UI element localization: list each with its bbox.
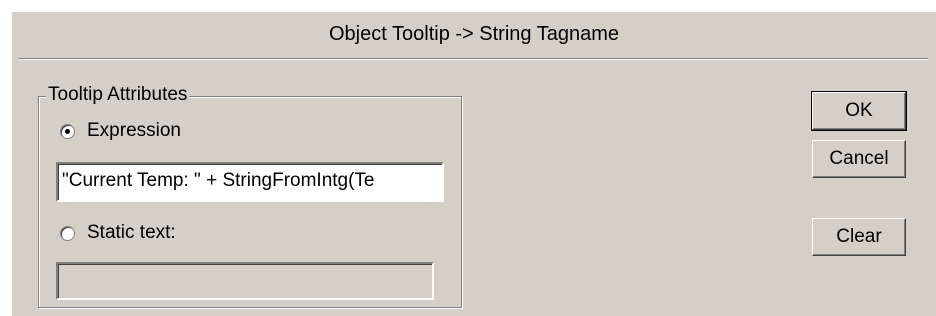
static-text-label: Static text: bbox=[87, 222, 176, 243]
radio-selected-dot bbox=[65, 128, 70, 134]
dialog-title: Object Tooltip -> String Tagname bbox=[329, 22, 619, 45]
expression-input[interactable]: "Current Temp: " + StringFromIntg(Te bbox=[56, 162, 444, 202]
title-separator bbox=[18, 58, 928, 60]
clear-button[interactable]: Clear bbox=[812, 218, 906, 256]
cancel-button[interactable]: Cancel bbox=[812, 140, 906, 178]
static-text-input[interactable] bbox=[56, 262, 434, 300]
ok-button[interactable]: OK bbox=[811, 91, 907, 131]
tooltip-dialog: Object Tooltip -> String Tagname Tooltip… bbox=[10, 10, 936, 316]
expression-label: Expression bbox=[87, 120, 181, 141]
static-text-radio-option[interactable]: Static text: bbox=[60, 222, 176, 244]
static-text-radio[interactable] bbox=[60, 225, 75, 241]
expression-radio-option[interactable]: Expression bbox=[60, 120, 181, 142]
tooltip-attributes-label: Tooltip Attributes bbox=[46, 84, 190, 106]
expression-radio[interactable] bbox=[60, 123, 75, 139]
